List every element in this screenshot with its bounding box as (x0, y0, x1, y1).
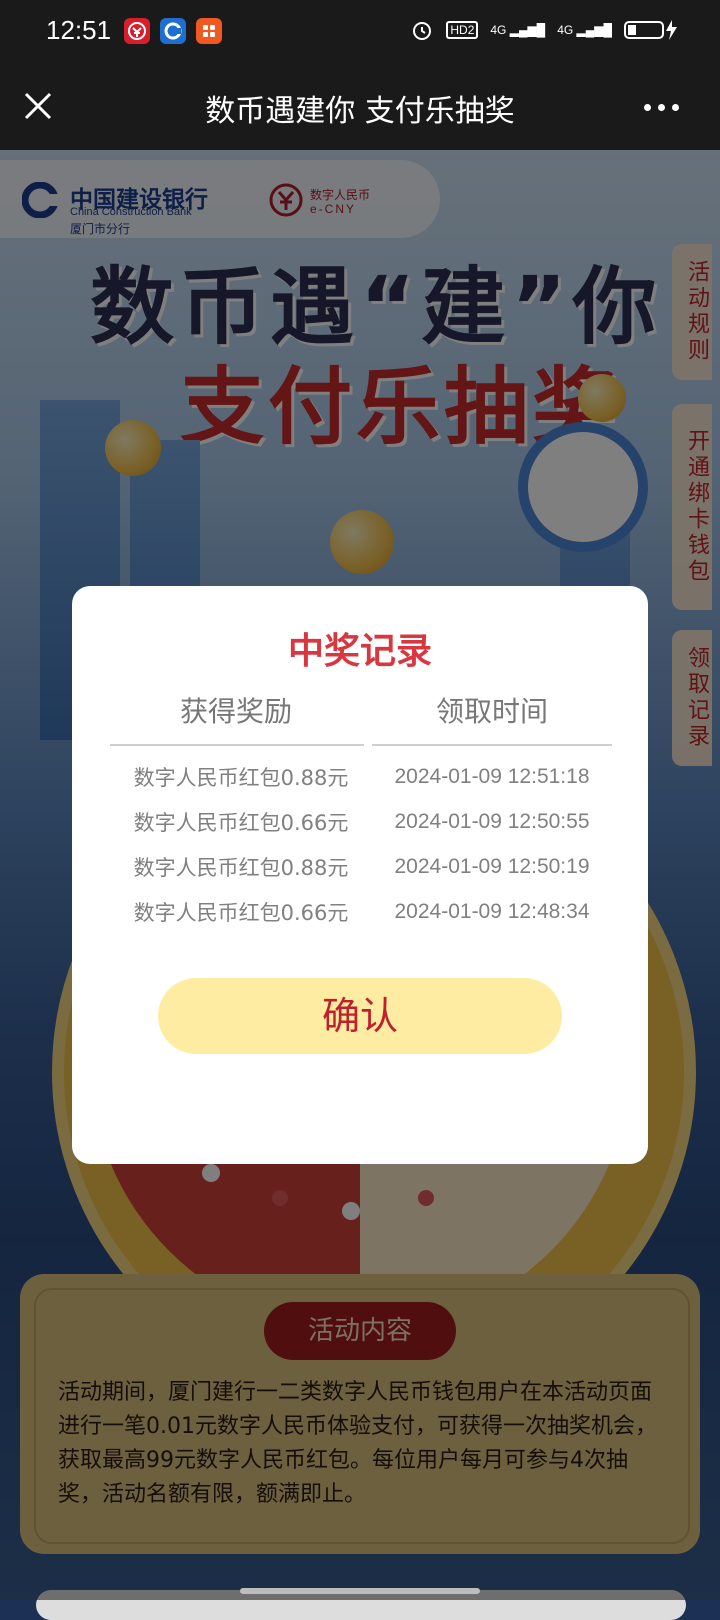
hd-icon: HD2 (446, 21, 479, 39)
page-title: 数币遇建你 支付乐抽奖 (205, 94, 515, 129)
time-cell: 2024-01-09 12:48:34 (394, 899, 590, 923)
status-time: 12:51 (46, 15, 112, 45)
table-row: 数字人民币红包0.88元 2024-01-09 12:50:19 (110, 844, 612, 889)
net2-label: 4G (557, 23, 574, 37)
table-row: 数字人民币红包0.66元 2024-01-09 12:48:34 (110, 889, 612, 934)
net1-label: 4G (490, 23, 507, 37)
column-header-reward: 获得奖励 (179, 695, 292, 728)
alarm-icon (413, 22, 432, 40)
reward-cell: 数字人民币红包0.66元 (133, 810, 349, 835)
confirm-button[interactable]: 确认 (158, 978, 562, 1054)
table-row: 数字人民币红包0.66元 2024-01-09 12:50:55 (110, 799, 612, 844)
reward-cell: 数字人民币红包0.88元 (133, 765, 349, 790)
notification-icons (124, 18, 222, 44)
signal-4g-icon-2: 4G ▂▄▆█ (557, 23, 612, 37)
shopping-app-icon (196, 18, 222, 44)
prize-record-dialog: 中奖记录 获得奖励 领取时间 数字人民币红包0.88元 2024-01-09 1… (72, 586, 648, 1164)
header-divider (372, 744, 612, 746)
table-row: 数字人民币红包0.88元 2024-01-09 12:51:18 (110, 754, 612, 799)
prize-record-table: 数字人民币红包0.88元 2024-01-09 12:51:18 数字人民币红包… (110, 754, 612, 934)
signal-4g-icon: 4G ▂▄▆█ (490, 23, 546, 37)
battery-charging-icon (624, 20, 677, 40)
system-status-icons: HD2 4G ▂▄▆█ 4G ▂▄▆█ (410, 18, 680, 42)
header-divider (110, 744, 364, 746)
home-indicator[interactable] (240, 1588, 480, 1594)
status-bar: 12:51 HD2 4G ▂▄▆█ 4G ▂▄▆█ (0, 0, 720, 64)
ccb-app-icon (160, 18, 186, 44)
nav-bar: 数币遇建你 支付乐抽奖 (0, 64, 720, 150)
dialog-title: 中奖记录 (287, 631, 432, 672)
reward-cell: 数字人民币红包0.66元 (133, 900, 349, 925)
ecny-app-icon (124, 18, 150, 44)
reward-cell: 数字人民币红包0.88元 (133, 855, 349, 880)
time-cell: 2024-01-09 12:50:55 (394, 809, 590, 833)
time-cell: 2024-01-09 12:51:18 (394, 764, 590, 788)
more-options-icon[interactable] (644, 92, 694, 122)
time-cell: 2024-01-09 12:50:19 (394, 854, 590, 878)
column-header-time: 领取时间 (435, 695, 548, 728)
